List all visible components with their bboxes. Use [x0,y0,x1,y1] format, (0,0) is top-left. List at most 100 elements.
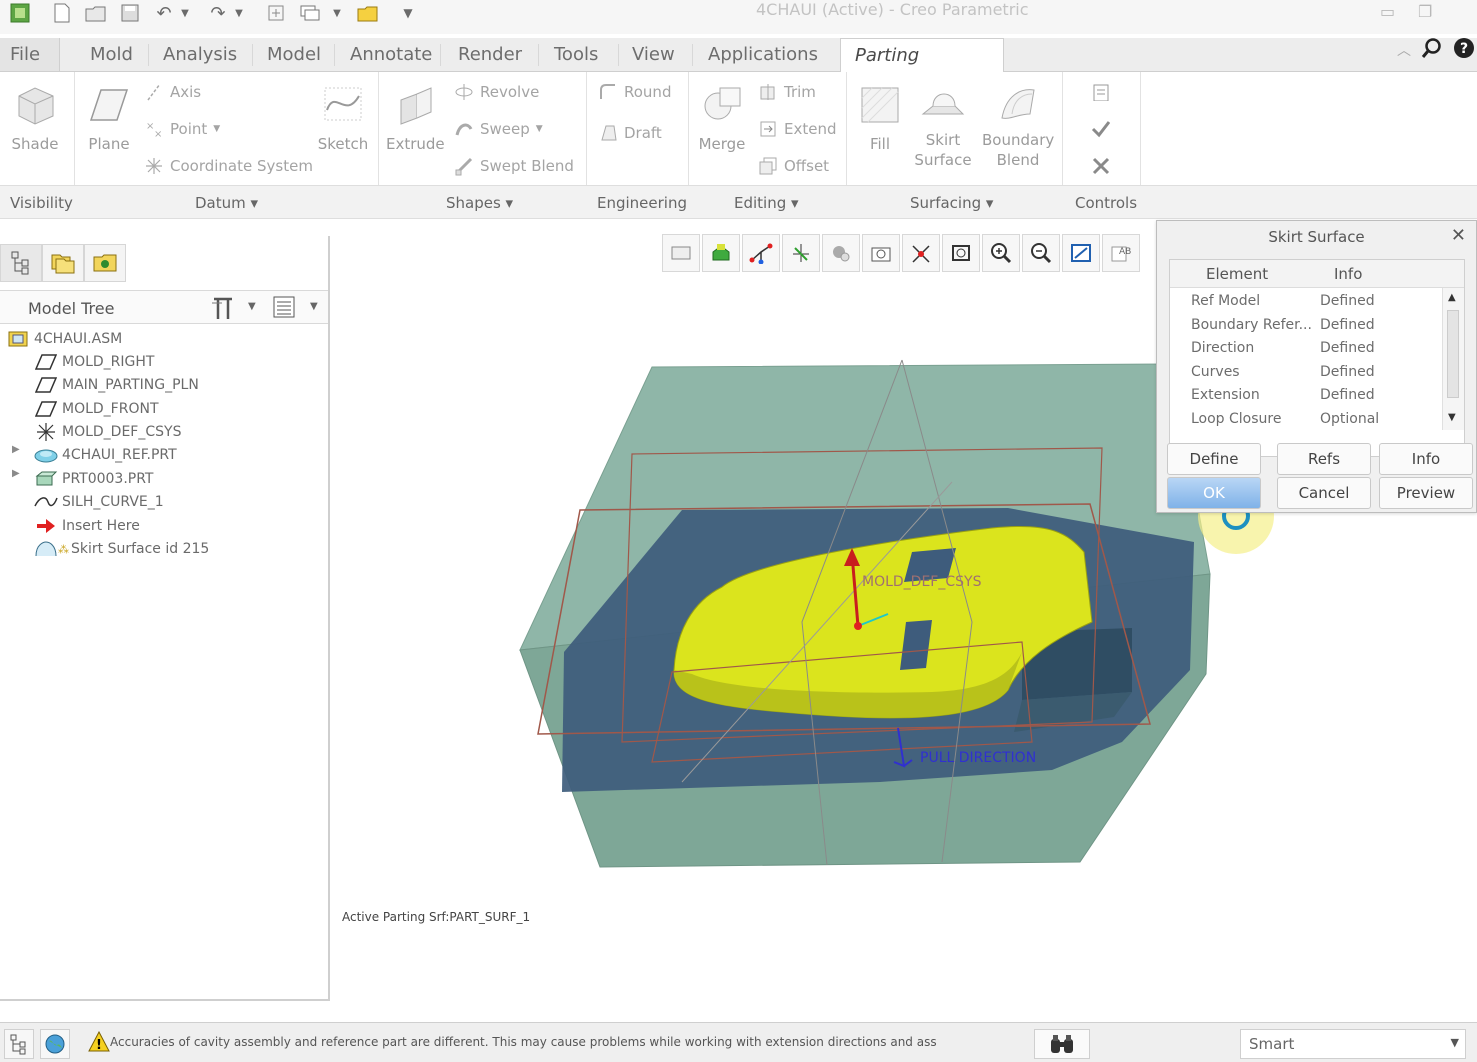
ok-button[interactable]: OK [1167,477,1261,509]
tab-render[interactable]: Render [448,38,532,71]
table-row[interactable]: Loop Closure Optional [1170,408,1440,431]
new-file-icon[interactable] [50,2,74,24]
windows-dropdown-icon[interactable]: ▼ [330,2,344,24]
sketch-button[interactable]: Sketch [316,84,370,154]
sweep-dropdown-icon[interactable]: ▼ [536,124,543,134]
tree-item-workpiece[interactable]: PRT0003.PRT [34,468,154,490]
show-columns-icon[interactable] [272,295,296,324]
chevron-down-icon[interactable]: ▼ [1451,1036,1459,1049]
preview-button[interactable]: Preview [1379,477,1473,509]
table-scrollbar[interactable]: ▲ ▼ [1442,288,1464,430]
table-row[interactable]: Curves Defined [1170,361,1440,384]
tree-item-skirt-surface[interactable]: ⁂ Skirt Surface id 215 [34,538,209,560]
tree-settings-icon[interactable] [210,295,236,326]
creo-app-icon[interactable] [8,2,32,24]
toggle-navigator-icon[interactable] [4,1029,34,1059]
undo-icon[interactable]: ↶ [152,2,176,24]
tree-item-insert-here[interactable]: Insert Here [34,515,140,537]
offset-button[interactable]: Offset [758,155,829,177]
find-icon[interactable] [1034,1029,1090,1059]
redo-icon[interactable]: ↷ [206,2,230,24]
snap-icon[interactable] [902,234,940,272]
model-tree-tab[interactable] [0,244,42,282]
point-dropdown-icon[interactable]: ▼ [213,124,220,134]
search-icon[interactable] [1421,37,1443,64]
tab-view[interactable]: View [622,38,685,71]
table-row[interactable]: Ref Model Defined [1170,290,1440,313]
info-button[interactable]: Info [1379,443,1473,475]
saved-orientations-icon[interactable] [662,234,700,272]
shade-button[interactable]: Shade [8,84,62,154]
merge-button[interactable]: Merge [694,84,750,154]
toggle-browser-icon[interactable] [40,1029,70,1059]
coordinate-system-button[interactable]: Coordinate System [144,155,313,177]
tree-item-mold-front[interactable]: MOLD_FRONT [34,398,159,420]
extrude-button[interactable]: Extrude [386,84,445,154]
tab-analysis[interactable]: Analysis [153,38,247,71]
tree-item-silh-curve[interactable]: SILH_CURVE_1 [34,491,164,513]
cancel-button[interactable]: Cancel [1277,477,1371,509]
annotation-display-icon[interactable] [822,234,860,272]
accept-feature-button[interactable] [1090,117,1110,139]
screenshot-icon[interactable] [862,234,900,272]
group-shapes[interactable]: Shapes ▾ [446,194,513,212]
plane-button[interactable]: Plane [84,84,134,154]
group-engineering[interactable]: Engineering [597,194,687,212]
tab-tools[interactable]: Tools [544,38,608,71]
zoom-out-icon[interactable] [1022,234,1060,272]
tree-settings-dropdown-icon[interactable]: ▼ [248,301,256,312]
tab-model[interactable]: Model [257,38,331,71]
tree-item-ref-part[interactable]: 4CHAUI_REF.PRT [34,444,177,466]
open-file-icon[interactable] [84,2,108,24]
tree-item-mold-def-csys[interactable]: MOLD_DEF_CSYS [34,421,181,443]
expand-arrow-icon[interactable]: ▶ [12,444,20,455]
customize-quick-access-icon[interactable]: ▼ [396,2,420,24]
group-editing[interactable]: Editing ▾ [734,194,799,212]
table-row[interactable]: Direction Defined [1170,337,1440,360]
axis-button[interactable]: Axis [144,81,201,103]
expand-arrow-icon[interactable]: ▶ [12,468,20,479]
spin-center-icon[interactable] [782,234,820,272]
tree-item-mold-right[interactable]: MOLD_RIGHT [34,351,154,373]
extend-button[interactable]: Extend [758,118,837,140]
tab-annotate[interactable]: Annotate [340,38,442,71]
selection-filter-select[interactable]: Smart ▼ [1240,1029,1466,1059]
refit-icon[interactable] [942,234,980,272]
save-icon[interactable] [118,2,142,24]
close-window-icon[interactable] [356,2,380,24]
scrollbar-thumb[interactable] [1447,310,1459,398]
windows-icon[interactable] [298,2,322,24]
collapse-ribbon-icon[interactable]: ︿ [1397,40,1411,60]
table-row[interactable]: Extension Defined [1170,384,1440,407]
point-button[interactable]: × × Point ▼ [144,118,220,140]
tree-item-main-parting-pln[interactable]: MAIN_PARTING_PLN [34,374,199,396]
zoom-in-icon[interactable] [982,234,1020,272]
datum-display-icon[interactable] [742,234,780,272]
folder-browser-tab[interactable] [42,244,84,282]
minimize-icon[interactable]: ▭ [1380,2,1395,21]
refs-button[interactable]: Refs [1277,443,1371,475]
fill-button[interactable]: Fill [856,84,904,154]
group-datum[interactable]: Datum ▾ [195,194,258,212]
close-icon[interactable]: ✕ [1451,225,1466,246]
view-manager-icon[interactable]: AB [1102,234,1140,272]
show-dropdown-icon[interactable]: ▼ [310,301,318,312]
swept-blend-button[interactable]: Swept Blend [454,155,574,177]
define-button[interactable]: Define [1167,443,1261,475]
sweep-button[interactable]: Sweep ▼ [454,118,543,140]
boundary-blend-button[interactable]: Boundary Blend [982,84,1054,170]
skirt-surface-button[interactable]: Skirt Surface [912,84,974,170]
trim-button[interactable]: Trim [758,81,816,103]
display-style-icon[interactable] [702,234,740,272]
draft-button[interactable]: Draft [598,122,662,144]
pause-feature-button[interactable] [1090,80,1110,102]
round-button[interactable]: Round [598,81,671,103]
undo-dropdown-icon[interactable]: ▼ [178,2,192,24]
group-surfacing[interactable]: Surfacing ▾ [910,194,993,212]
tree-item-assembly[interactable]: 4CHAUI.ASM [6,328,122,350]
scroll-up-icon[interactable]: ▲ [1448,292,1456,303]
repaint-icon[interactable] [1062,234,1100,272]
cancel-feature-button[interactable] [1090,154,1110,176]
help-icon[interactable]: ? [1453,37,1475,64]
revolve-button[interactable]: Revolve [454,81,539,103]
